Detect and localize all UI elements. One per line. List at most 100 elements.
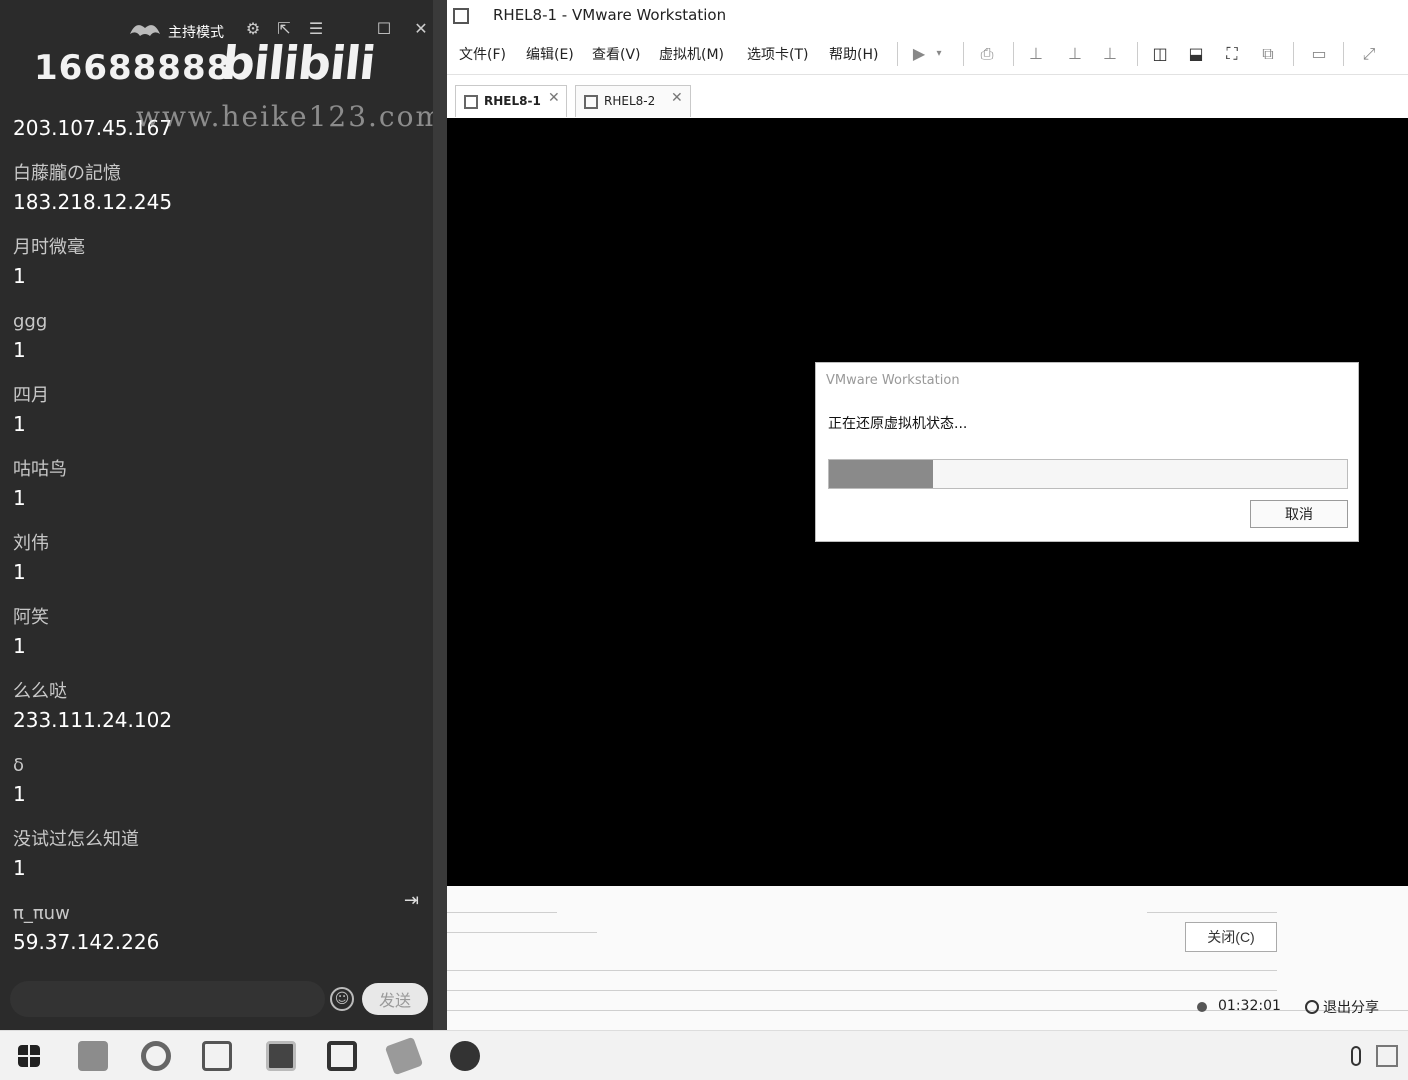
chat-message-text: 233.111.24.102 (13, 708, 173, 732)
close-icon[interactable]: ✕ (410, 18, 432, 40)
cancel-button[interactable]: 取消 (1250, 500, 1348, 528)
full-screen-icon[interactable]: ⛶ (1220, 42, 1244, 66)
chat-message-text: 183.218.12.245 (13, 190, 173, 214)
live-chat-panel: 主持模式 ⚙ ⇱ ☰ ☐ ✕ 16688888 bilibili 203.107… (0, 0, 433, 1030)
show-library-icon[interactable]: ◫ (1148, 42, 1172, 66)
chat-username: 么么哒 (13, 681, 67, 702)
tab-close-icon[interactable]: ✕ (548, 90, 560, 106)
microphone-icon[interactable] (1351, 1046, 1361, 1066)
chat-message-text: 1 (13, 560, 26, 584)
menu-file[interactable]: 文件(F) (459, 44, 506, 64)
send-button[interactable]: 发送 (362, 983, 428, 1015)
send-ctrl-alt-del-icon[interactable]: ⎙ (975, 42, 999, 66)
tray-app-icon[interactable] (1376, 1045, 1398, 1067)
vm-tab-icon (584, 95, 598, 109)
chat-username: π_πuw (13, 903, 70, 924)
chat-message-text: 1 (13, 338, 26, 362)
share-timer: 01:32:01 (1218, 998, 1281, 1014)
snapshot-icon[interactable]: ⊥ (1024, 42, 1048, 66)
terminal-app-icon[interactable] (266, 1041, 296, 1071)
dialog-title: VMware Workstation (826, 373, 960, 388)
menu-edit[interactable]: 编辑(E) (526, 44, 574, 64)
close-button[interactable]: 关闭(C) (1185, 922, 1277, 952)
restore-state-dialog: VMware Workstation 正在还原虚拟机状态... 取消 (815, 362, 1359, 542)
host-mode-label[interactable]: 主持模式 (168, 22, 224, 42)
toolbar-separator (1137, 42, 1138, 66)
collapse-panel-icon[interactable]: ⇥ (404, 890, 419, 911)
dialog-message: 正在还原虚拟机状态... (828, 416, 968, 432)
chat-message: 白藤朧の記憶 183.218.12.245 (13, 160, 413, 234)
thumbnail-bar-icon[interactable]: ⬓ (1184, 42, 1208, 66)
status-divider (1147, 912, 1277, 913)
power-on-icon[interactable]: ▶ (907, 42, 931, 66)
power-icon (1305, 1000, 1319, 1014)
emoji-icon[interactable]: ☺ (330, 987, 354, 1011)
editor-app-icon[interactable] (327, 1041, 357, 1071)
chat-message-text: 1 (13, 412, 26, 436)
panel-divider[interactable] (433, 0, 447, 1030)
menu-help[interactable]: 帮助(H) (829, 44, 878, 64)
toolbar-separator (1343, 42, 1344, 66)
chat-message: ggg 1 (13, 308, 413, 382)
revert-snapshot-icon[interactable]: ⊥ (1063, 42, 1087, 66)
chat-message-text: 1 (13, 264, 26, 288)
tab-rhel8-2[interactable]: RHEL8-2 ✕ (575, 85, 691, 117)
chat-username: δ (13, 755, 25, 776)
menu-view[interactable]: 查看(V) (592, 44, 641, 64)
chat-username: 月时微毫 (13, 237, 85, 258)
chat-message: 咕咕鸟 1 (13, 456, 413, 530)
chat-message-text: 1 (13, 782, 26, 806)
vmware-title-bar: RHEL8-1 - VMware Workstation (447, 0, 1408, 34)
file-explorer-icon[interactable] (78, 1041, 108, 1071)
vmware-workstation-icon[interactable] (202, 1041, 232, 1071)
tab-label: RHEL8-1 (484, 94, 541, 108)
stretch-guest-icon[interactable]: ⤢ (1357, 42, 1381, 66)
chat-message: 么么哒 233.111.24.102 (13, 678, 413, 752)
snapshot-manager-icon[interactable]: ⊥ (1098, 42, 1122, 66)
exit-share-button[interactable]: 退出分享 (1305, 996, 1379, 1018)
live-streaming-app-icon[interactable] (450, 1041, 480, 1071)
chat-message-text: 1 (13, 856, 26, 880)
status-divider (447, 912, 557, 913)
chat-username: 刘伟 (13, 533, 49, 554)
chat-message-text: 1 (13, 634, 26, 658)
chat-username: 白藤朧の記憶 (13, 163, 121, 184)
chrome-browser-icon[interactable] (141, 1041, 171, 1071)
console-view-icon[interactable]: ▭ (1307, 42, 1331, 66)
chat-username: 咕咕鸟 (13, 459, 67, 480)
vmware-app-icon[interactable] (453, 8, 469, 24)
tab-rhel8-1[interactable]: RHEL8-1 ✕ (455, 85, 567, 117)
chat-message-text: 59.37.142.226 (13, 930, 160, 954)
tool-app-icon[interactable] (384, 1036, 424, 1076)
chat-message-input[interactable] (10, 981, 325, 1017)
status-divider (447, 990, 1277, 991)
vm-status-area: 关闭(C) 01:32:01 退出分享 (447, 886, 1408, 1030)
chat-message: δ1 (13, 752, 413, 826)
bat-logo-icon (130, 25, 160, 36)
status-divider (447, 932, 597, 933)
chat-username: 没试过怎么知道 (13, 829, 139, 850)
progress-fill (829, 460, 933, 488)
menu-bar: 文件(F) 编辑(E) 查看(V) 虚拟机(M) 选项卡(T) 帮助(H) ▶ … (447, 34, 1408, 74)
menu-tabs[interactable]: 选项卡(T) (747, 44, 808, 64)
chat-message: 刘伟 1 (13, 530, 413, 604)
vm-tab-bar: RHEL8-1 ✕ RHEL8-2 ✕ (447, 74, 1408, 118)
exit-share-label: 退出分享 (1323, 999, 1379, 1015)
menu-vm[interactable]: 虚拟机(M) (659, 44, 724, 64)
vm-tab-icon (464, 95, 478, 109)
toolbar-separator (963, 42, 964, 66)
tab-label: RHEL8-2 (604, 94, 656, 108)
toolbar-separator (1013, 42, 1014, 66)
tab-close-icon[interactable]: ✕ (671, 90, 683, 106)
restore-progress-bar (828, 459, 1348, 489)
chat-message-list[interactable]: 203.107.45.167 白藤朧の記憶 183.218.12.245 月时微毫 1 g… (13, 86, 413, 974)
window-title: RHEL8-1 - VMware Workstation (493, 6, 727, 24)
chat-input-row: ☺ 发送 (0, 975, 433, 1025)
power-dropdown-icon[interactable]: ▾ (933, 42, 945, 66)
chat-message: 没试过怎么知道 1 (13, 826, 413, 900)
unity-icon[interactable]: ⧉ (1256, 42, 1280, 66)
status-divider (447, 970, 1277, 971)
windows-start-icon[interactable] (18, 1045, 40, 1067)
chat-username: ggg (13, 311, 48, 332)
room-number-overlay: 16688888 (34, 48, 232, 88)
